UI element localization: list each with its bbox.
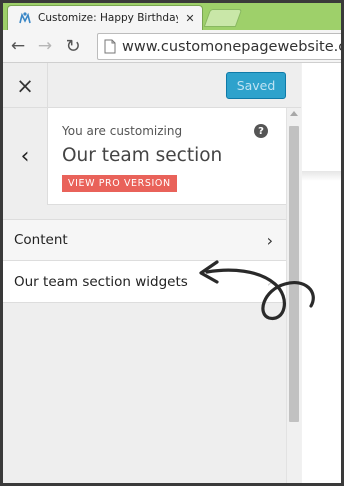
wordpress-customize-icon (18, 11, 32, 25)
page-icon (104, 39, 116, 54)
customizing-label: You are customizing (62, 124, 183, 138)
panel-item-label: Content (14, 232, 68, 248)
address-bar[interactable]: www.customonepagewebsite.co (97, 33, 344, 60)
browser-tab-customize[interactable]: Customize: Happy Birthday ✕ (7, 5, 203, 30)
panel-item-label: Our team section widgets (14, 273, 188, 290)
customizer-header: × Saved (3, 63, 301, 108)
new-tab-button[interactable] (203, 9, 243, 27)
section-title: Our team section (62, 145, 223, 166)
scroll-up-arrow-icon[interactable] (290, 111, 298, 116)
back-arrow-icon[interactable]: ← (8, 36, 28, 56)
tab-title: Customize: Happy Birthday (38, 12, 178, 24)
forward-arrow-icon[interactable]: → (35, 36, 55, 56)
url-text: www.customonepagewebsite.co (122, 38, 344, 55)
close-customizer-button[interactable]: × (3, 63, 48, 108)
tab-strip: Customize: Happy Birthday ✕ (3, 3, 341, 30)
preview-header-shadow (302, 171, 341, 181)
question-circle-icon[interactable]: ? (254, 124, 268, 138)
tab-close-icon[interactable]: ✕ (184, 12, 196, 25)
window-frame: Customize: Happy Birthday ✕ ← → ↻ www.cu… (0, 0, 344, 486)
reload-icon[interactable]: ↻ (63, 36, 83, 57)
browser-toolbar: ← → ↻ www.customonepagewebsite.co (3, 30, 341, 63)
view-pro-version-button[interactable]: VIEW PRO VERSION (62, 175, 177, 192)
saved-button[interactable]: Saved (226, 72, 286, 99)
section-info: ‹ You are customizing ? Our team section… (3, 108, 286, 205)
back-button[interactable]: ‹ (3, 108, 48, 205)
hand-drawn-arrow-icon (199, 260, 315, 320)
